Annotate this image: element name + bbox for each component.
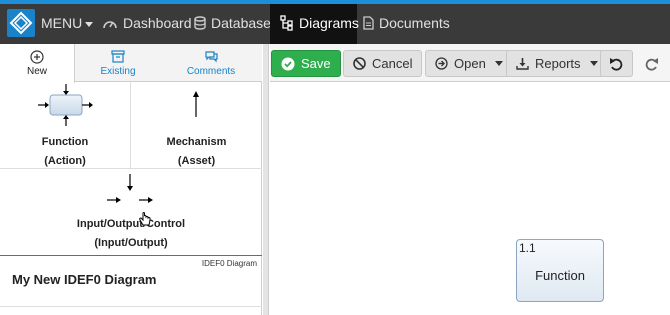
nav-item-diagrams: Diagrams: [280, 15, 359, 31]
tab-existing[interactable]: Existing: [78, 44, 158, 82]
nav-item-documents[interactable]: Documents: [363, 15, 450, 31]
diagram-toolbar: Save Cancel Open Reports: [270, 44, 670, 82]
document-icon: [363, 16, 374, 30]
tab-new-label: New: [26, 66, 47, 77]
nav-label-database: Database: [211, 15, 271, 31]
shape-input-output-subtitle: (Input/Output): [94, 237, 168, 249]
shape-input-output-title: Input/Output/Control: [76, 218, 186, 230]
nav-item-diagrams-active[interactable]: Diagrams: [270, 4, 359, 44]
redo-icon: [645, 57, 658, 71]
input-output-arrows-icon: [107, 174, 153, 203]
shape-mechanism-title: Mechanism: [166, 136, 227, 148]
diagram-icon: [280, 15, 293, 31]
diagram-type-tag: IDEF0 Diagram: [201, 259, 257, 268]
nav-label-diagrams: Diagrams: [299, 15, 359, 31]
dashboard-icon: [103, 21, 117, 29]
database-icon: [194, 16, 206, 30]
diagram-canvas[interactable]: 1.1 Function: [270, 83, 670, 315]
check-circle-icon: [281, 57, 295, 70]
nav-item-database[interactable]: Database: [194, 15, 271, 31]
nav-label-documents: Documents: [379, 15, 450, 31]
open-dropdown-button[interactable]: Open: [425, 50, 513, 77]
panel-tabs: New Existing Comments: [0, 44, 262, 83]
tab-existing-label: Existing: [100, 66, 136, 77]
panel-splitter[interactable]: [263, 44, 269, 315]
caret-down-icon: [85, 21, 94, 27]
cancel-button[interactable]: Cancel: [343, 50, 423, 77]
undo-icon: [610, 57, 623, 71]
comments-icon: [205, 51, 218, 63]
download-icon: [516, 58, 529, 70]
function-node-label: Function: [535, 268, 585, 283]
menu-dropdown[interactable]: MENU: [41, 15, 94, 31]
function-node[interactable]: 1.1 Function: [516, 239, 604, 302]
shape-input-output[interactable]: Input/Output/Control (Input/Output): [0, 169, 262, 255]
open-label: Open: [454, 56, 486, 71]
caret-down-icon: [589, 61, 598, 66]
app-logo[interactable]: [7, 9, 35, 37]
bottom-divider: [0, 306, 262, 307]
tab-new[interactable]: New: [0, 44, 75, 83]
menu-label: MENU: [41, 15, 83, 31]
shape-function[interactable]: Function (Action): [0, 82, 130, 168]
diagram-title[interactable]: My New IDEF0 Diagram: [12, 272, 157, 287]
save-button[interactable]: Save: [271, 50, 341, 77]
navbar: MENU Dashboard Database Diagrams Documen…: [0, 4, 670, 44]
selected-diagram-separator: [0, 255, 262, 256]
function-node-id: 1.1: [519, 241, 536, 255]
diamond-logo-icon: [9, 11, 33, 35]
sign-in-icon: [435, 57, 448, 70]
caret-down-icon: [494, 61, 503, 66]
reports-dropdown-button[interactable]: Reports: [506, 50, 608, 77]
shape-function-title: Function: [41, 136, 89, 148]
nav-label-dashboard: Dashboard: [123, 15, 192, 31]
tab-comments-label: Comments: [186, 66, 236, 77]
redo-button[interactable]: [636, 50, 666, 77]
shape-palette-panel: New Existing Comments Function (Action) …: [0, 44, 262, 315]
cancel-label: Cancel: [372, 56, 413, 71]
undo-button[interactable]: [600, 50, 633, 77]
ban-icon: [353, 57, 366, 70]
save-label: Save: [301, 56, 331, 71]
nav-item-dashboard[interactable]: Dashboard: [102, 15, 192, 31]
hand-pointer-cursor-icon: [139, 212, 151, 226]
archive-box-icon: [111, 50, 125, 63]
reports-label: Reports: [535, 56, 581, 71]
tab-comments[interactable]: Comments: [166, 44, 256, 82]
function-shape-icon: [38, 84, 93, 126]
plus-circle-icon: [30, 50, 44, 64]
shape-mechanism[interactable]: Mechanism (Asset): [131, 82, 262, 168]
up-arrow-icon: [193, 91, 199, 117]
